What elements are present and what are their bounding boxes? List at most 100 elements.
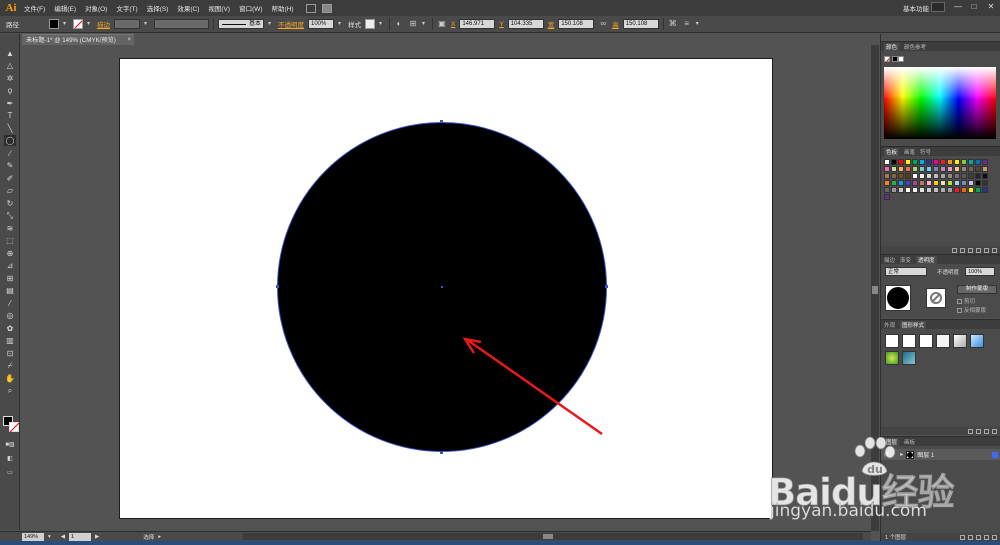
color-swatch[interactable] <box>954 187 960 193</box>
color-swatch[interactable] <box>954 180 960 186</box>
zoom-field[interactable]: 149% <box>22 532 44 541</box>
color-swatch[interactable] <box>933 187 939 193</box>
color-swatch[interactable] <box>947 159 953 165</box>
eyedropper-tool-icon[interactable]: ⁄ <box>4 298 16 309</box>
next-page-icon[interactable]: ▶ <box>95 534 99 540</box>
pen-tool-icon[interactable]: ✒ <box>4 98 16 109</box>
color-swatch[interactable] <box>898 180 904 186</box>
graphic-style-default[interactable] <box>885 334 899 348</box>
height-field[interactable]: 150.108 <box>622 19 659 29</box>
layer-name[interactable]: 图层 1 <box>917 450 934 459</box>
graphic-style-none[interactable] <box>902 334 916 348</box>
color-swatch[interactable] <box>975 180 981 186</box>
chevron-down-icon[interactable]: ▾ <box>379 19 385 29</box>
color-swatch[interactable] <box>912 166 918 172</box>
minimize-button[interactable]: — <box>951 2 965 12</box>
make-mask-button[interactable]: 制作蒙版 <box>957 285 997 294</box>
variable-width-profile[interactable] <box>154 19 209 29</box>
maximize-button[interactable]: □ <box>967 2 981 12</box>
menu-object[interactable]: 对象(O) <box>85 3 107 13</box>
library-icon[interactable] <box>968 428 973 434</box>
color-swatch[interactable] <box>982 187 988 193</box>
scrollbar-thumb[interactable] <box>543 534 553 539</box>
color-swatch[interactable] <box>968 159 974 165</box>
chevron-down-icon[interactable]: ▾ <box>144 19 150 29</box>
lasso-tool-icon[interactable]: ϙ <box>4 85 16 96</box>
reference-point-icon[interactable]: ▣ <box>437 19 447 29</box>
close-button[interactable]: ✕ <box>984 2 998 12</box>
color-swatch[interactable] <box>884 180 890 186</box>
color-swatch[interactable] <box>961 173 967 179</box>
invert-mask-checkbox[interactable]: 反相蒙版 <box>957 306 986 314</box>
shape-builder-tool-icon[interactable]: ⊕ <box>4 248 16 259</box>
color-swatch[interactable] <box>926 159 932 165</box>
menu-edit[interactable]: 编辑(E) <box>54 3 76 13</box>
anchor-point-bottom[interactable] <box>440 451 443 454</box>
new-swatch-icon[interactable] <box>984 247 989 253</box>
color-swatch[interactable] <box>919 173 925 179</box>
graphic-style-green[interactable] <box>885 351 899 365</box>
swatch-options-icon[interactable] <box>968 247 973 253</box>
mesh-tool-icon[interactable]: ⊞ <box>4 273 16 284</box>
chevron-down-icon[interactable]: ▾ <box>696 19 702 29</box>
color-swatch[interactable] <box>912 180 918 186</box>
direct-selection-tool-icon[interactable]: △ <box>4 60 16 71</box>
brush-definition-field[interactable]: 基本 <box>218 19 264 29</box>
menu-help[interactable]: 帮助(H) <box>272 3 294 13</box>
color-swatch[interactable] <box>891 180 897 186</box>
delete-icon[interactable] <box>992 247 997 253</box>
pencil-tool-icon[interactable]: ✎ <box>4 160 16 171</box>
color-swatch[interactable] <box>912 187 918 193</box>
line-tool-icon[interactable]: ╲ <box>4 123 16 134</box>
graphic-style-shadow[interactable] <box>936 334 950 348</box>
vertical-scrollbar[interactable] <box>871 45 879 531</box>
tab-symbols[interactable]: 符号 <box>920 148 931 156</box>
color-swatch[interactable] <box>961 159 967 165</box>
color-swatch[interactable] <box>884 194 890 200</box>
anchor-point-left[interactable] <box>276 285 279 288</box>
color-swatch[interactable] <box>891 187 897 193</box>
hand-tool-icon[interactable]: ✋ <box>4 373 16 384</box>
tab-graphic-styles[interactable]: 图形样式 <box>900 320 927 329</box>
menu-file[interactable]: 文件(F) <box>24 3 45 13</box>
color-swatch[interactable] <box>926 173 932 179</box>
x-field[interactable]: 146.971 <box>459 19 496 29</box>
fill-swatch[interactable] <box>49 19 59 29</box>
color-swatch[interactable] <box>891 173 897 179</box>
symbol-sprayer-tool-icon[interactable]: ✿ <box>4 323 16 334</box>
graphic-style-gradient-gray[interactable] <box>953 334 967 348</box>
color-swatch[interactable] <box>898 159 904 165</box>
color-swatch[interactable] <box>940 166 946 172</box>
canvas-area[interactable] <box>22 45 871 531</box>
tab-stroke[interactable]: 描边 <box>884 256 895 264</box>
width-label[interactable]: 宽 <box>548 19 555 29</box>
y-field[interactable]: 104.335 <box>507 19 544 29</box>
menu-icon[interactable]: ≡ <box>682 19 692 29</box>
color-swatch[interactable] <box>884 159 890 165</box>
fill-stroke-widget[interactable] <box>3 416 19 432</box>
new-color-group-icon[interactable] <box>976 247 981 253</box>
menu-effect[interactable]: 效果(C) <box>177 3 199 13</box>
color-swatch[interactable] <box>884 187 890 193</box>
link-icon[interactable]: ∞ <box>598 19 608 29</box>
paintbrush-tool-icon[interactable]: ∕ <box>4 148 16 159</box>
chevron-down-icon[interactable]: ▾ <box>87 19 93 29</box>
menu-select[interactable]: 选择(S) <box>147 3 169 13</box>
color-swatch[interactable] <box>982 166 988 172</box>
ellipse-tool-icon[interactable]: ◯ <box>4 135 16 146</box>
menu-type[interactable]: 文字(T) <box>116 3 137 13</box>
color-swatch[interactable] <box>898 166 904 172</box>
artboard-tool-icon[interactable]: ⊡ <box>4 348 16 359</box>
color-swatch[interactable] <box>884 166 890 172</box>
color-swatch[interactable] <box>975 187 981 193</box>
eraser-tool-icon[interactable]: ▱ <box>4 185 16 196</box>
color-swatch[interactable] <box>947 173 953 179</box>
color-swatch[interactable] <box>905 159 911 165</box>
color-swatch[interactable] <box>947 180 953 186</box>
tab-layers[interactable]: 图层 <box>884 437 900 446</box>
bridge-icon[interactable] <box>305 3 316 13</box>
color-swatch[interactable] <box>975 173 981 179</box>
perspective-grid-tool-icon[interactable]: ⊿ <box>4 260 16 271</box>
selection-tool-icon[interactable]: ▲ <box>4 48 16 59</box>
warp-tool-icon[interactable]: ≋ <box>4 223 16 234</box>
